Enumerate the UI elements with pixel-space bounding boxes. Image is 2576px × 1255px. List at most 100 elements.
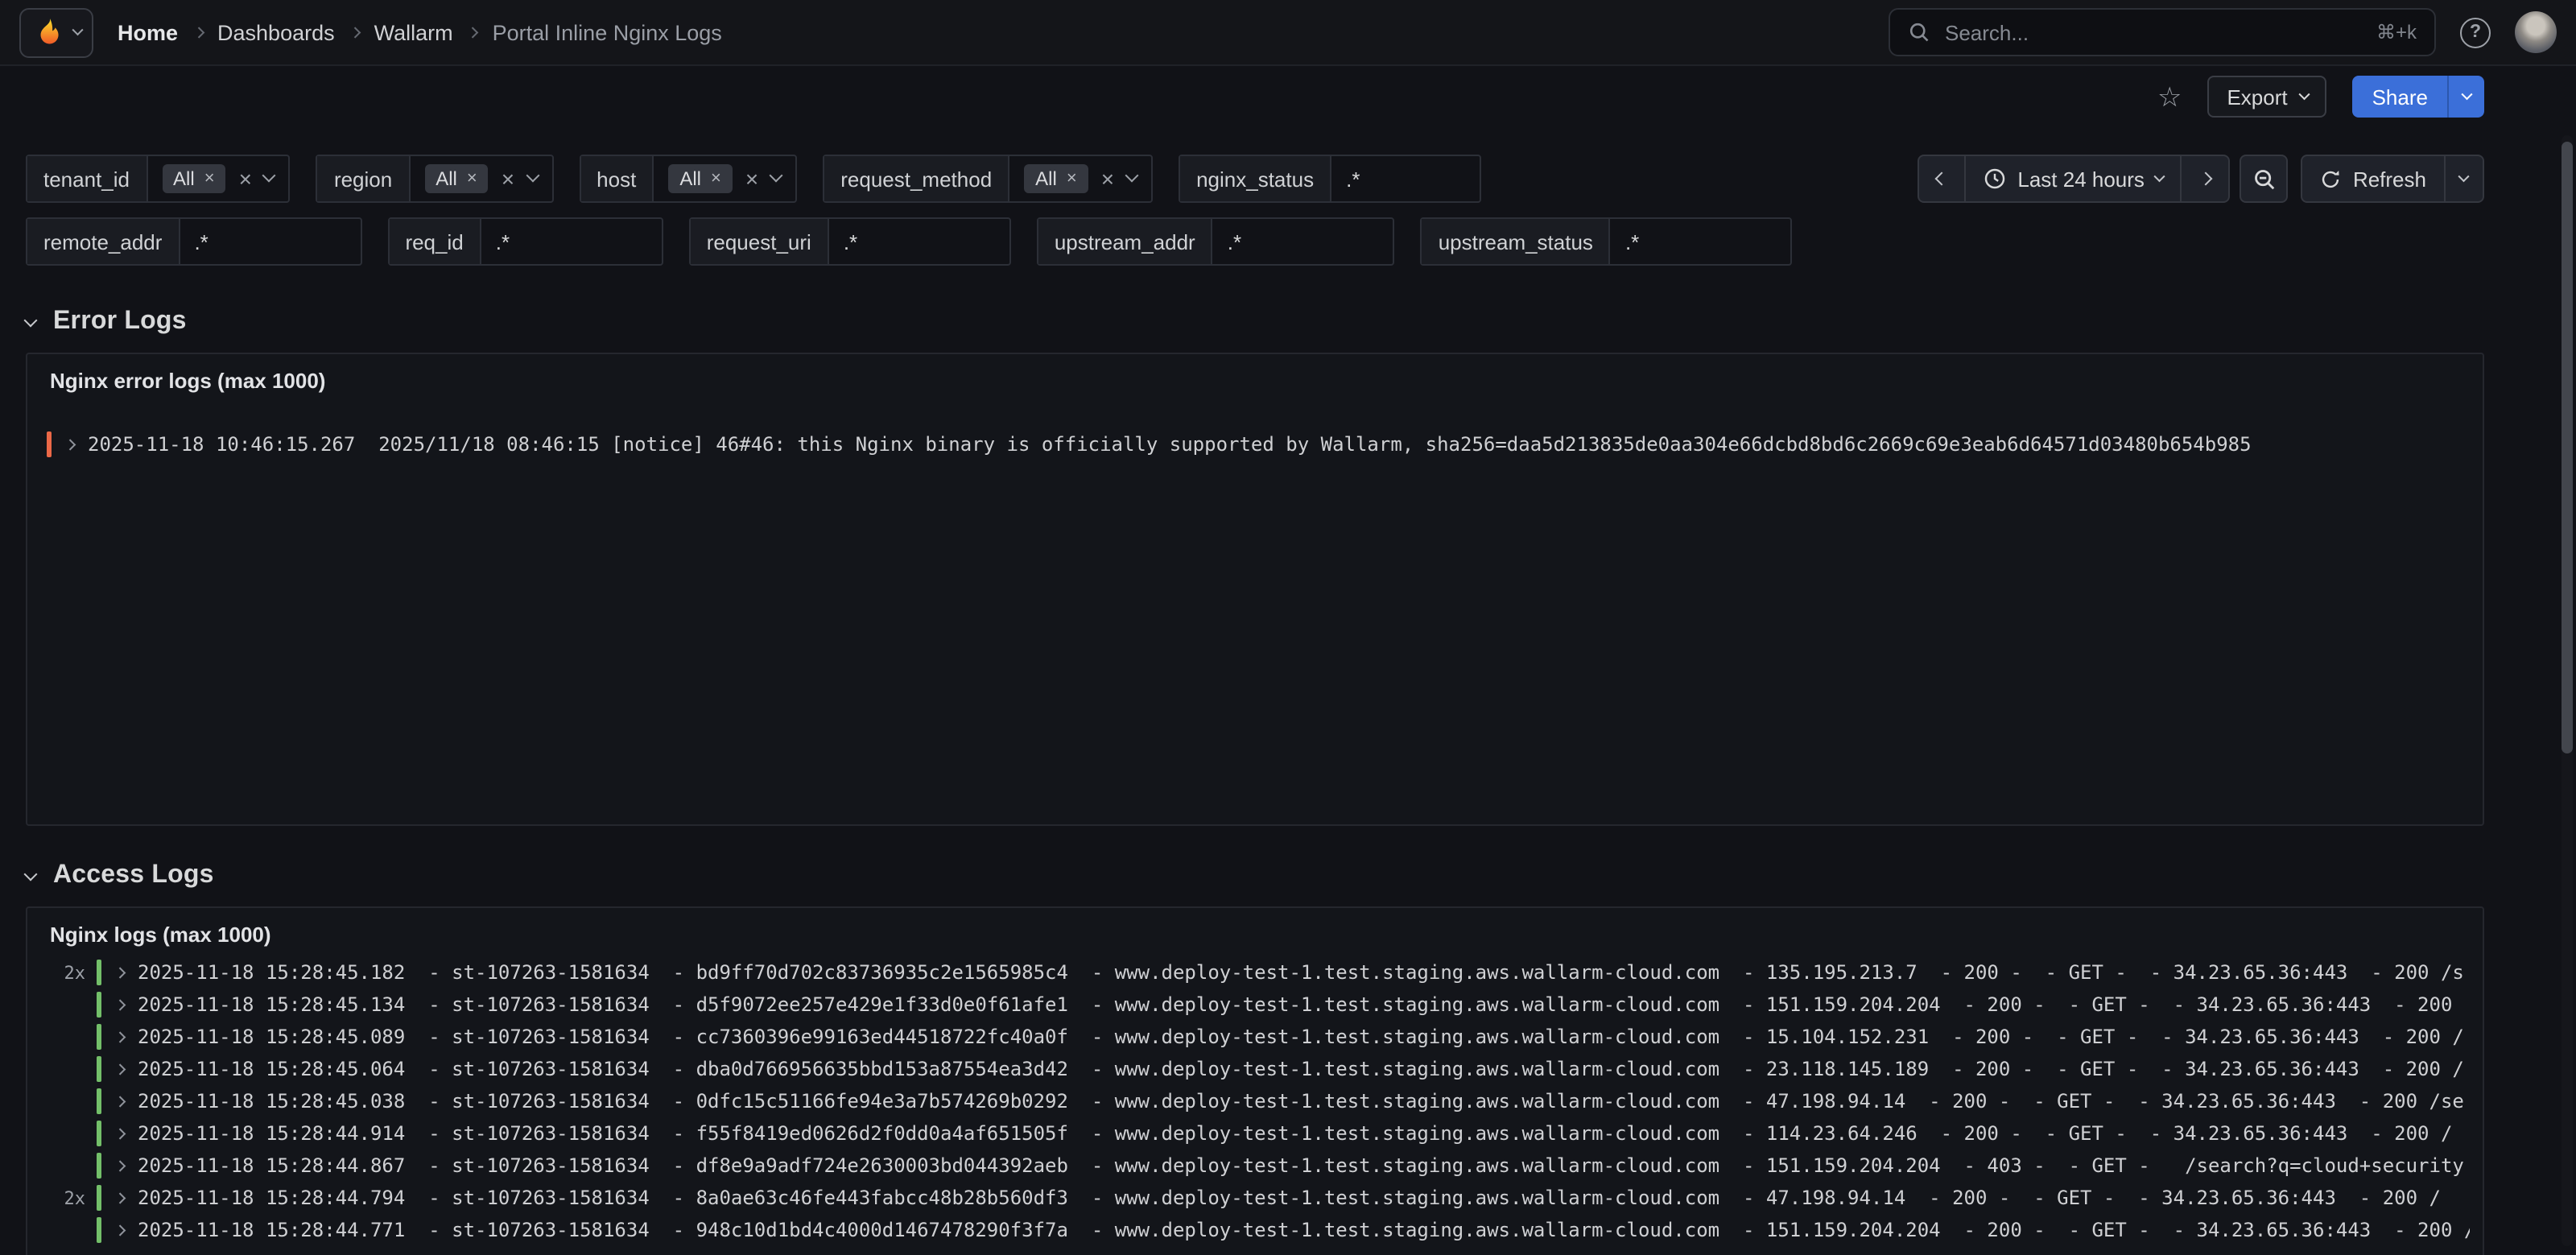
- chevron-down-icon: [24, 868, 38, 881]
- log-text: 2025-11-18 15:28:44.867 - st-107263-1581…: [138, 1154, 2464, 1177]
- log-row[interactable]: 2025-11-18 15:28:44.867 - st-107263-1581…: [27, 1150, 2483, 1182]
- expand-log-icon: [114, 968, 125, 978]
- time-range-back-button[interactable]: [1918, 155, 1966, 203]
- expand-log-icon: [114, 1129, 125, 1139]
- filters-row-1: tenant_id All region All: [26, 155, 2484, 203]
- filter-tenant-id: tenant_id All: [26, 155, 291, 203]
- filter-req-id: req_id: [387, 217, 663, 266]
- user-avatar[interactable]: [2515, 11, 2557, 53]
- filter-label: tenant_id: [27, 156, 147, 201]
- log-text: 2025-11-18 15:28:45.089 - st-107263-1581…: [138, 1026, 2464, 1048]
- log-row[interactable]: 2025-11-18 15:28:44.914 - st-107263-1581…: [27, 1117, 2483, 1150]
- filter-label: request_method: [824, 156, 1009, 201]
- scrollbar-thumb[interactable]: [2562, 142, 2573, 753]
- chevron-down-icon: [2459, 171, 2470, 181]
- log-row[interactable]: 2x 2025-11-18 15:28:44.794 - st-107263-1…: [27, 1182, 2483, 1214]
- breadcrumb-item-home[interactable]: Home: [118, 20, 178, 44]
- clear-filter-icon[interactable]: [1101, 167, 1114, 190]
- error-logs-panel: Nginx error logs (max 1000) 2025-11-18 1…: [26, 353, 2484, 826]
- filter-remote-addr-input[interactable]: [180, 219, 360, 264]
- filter-value-dropdown[interactable]: All: [147, 156, 289, 201]
- filter-remote-addr: remote_addr: [26, 217, 361, 266]
- chevron-down-icon[interactable]: [265, 174, 275, 184]
- log-row[interactable]: 2025-11-18 15:28:45.134 - st-107263-1581…: [27, 989, 2483, 1021]
- chevron-down-icon[interactable]: [527, 174, 537, 184]
- chip-label: All: [679, 167, 701, 190]
- log-level-bar: [97, 960, 101, 985]
- star-icon[interactable]: [2157, 83, 2182, 110]
- filter-req-id-input[interactable]: [481, 219, 662, 264]
- expand-log-icon: [114, 1193, 125, 1203]
- filter-label: upstream_addr: [1038, 219, 1213, 264]
- search-input[interactable]: Search... ⌘+k: [1889, 8, 2436, 56]
- chevron-down-icon: [2462, 89, 2472, 99]
- log-row[interactable]: 2025-11-18 15:28:45.089 - st-107263-1581…: [27, 1021, 2483, 1053]
- log-row[interactable]: 2x 2025-11-18 15:28:45.182 - st-107263-1…: [27, 956, 2483, 989]
- zoom-out-button[interactable]: [2240, 155, 2289, 203]
- chevron-down-icon[interactable]: [771, 174, 781, 184]
- export-button[interactable]: Export: [2207, 76, 2326, 118]
- refresh-split-button: Refresh: [2301, 155, 2484, 203]
- remove-value-icon[interactable]: [467, 170, 477, 188]
- filter-request-method: request_method All: [823, 155, 1153, 203]
- selected-value-chip[interactable]: All: [162, 164, 226, 193]
- dashboard-variables: tenant_id All region All: [0, 155, 2576, 266]
- filter-value-dropdown[interactable]: All: [1009, 156, 1151, 201]
- selected-value-chip[interactable]: All: [1024, 164, 1088, 193]
- log-row[interactable]: 2025-11-18 15:28:45.038 - st-107263-1581…: [27, 1085, 2483, 1117]
- filter-host: host All: [579, 155, 797, 203]
- section-title: Access Logs: [53, 861, 214, 890]
- clear-filter-icon[interactable]: [745, 167, 758, 190]
- selected-value-chip[interactable]: All: [424, 164, 489, 193]
- log-text: 2025-11-18 15:28:45.038 - st-107263-1581…: [138, 1090, 2464, 1113]
- log-level-bar: [97, 1056, 101, 1082]
- clear-filter-icon[interactable]: [239, 167, 252, 190]
- filter-nginx-status-input[interactable]: [1331, 156, 1480, 201]
- chip-label: All: [436, 167, 457, 190]
- remove-value-icon[interactable]: [204, 170, 215, 188]
- share-split-button: Share: [2353, 76, 2484, 118]
- grafana-logo-button[interactable]: [19, 7, 93, 57]
- chip-label: All: [173, 167, 195, 190]
- time-range-picker-button[interactable]: Last 24 hours: [1966, 155, 2182, 203]
- clear-filter-icon[interactable]: [502, 167, 514, 190]
- log-row[interactable]: 2025-11-18 15:28:44.771 - st-107263-1581…: [27, 1214, 2483, 1246]
- section-title: Error Logs: [53, 308, 187, 336]
- log-text: 2025-11-18 15:28:44.914 - st-107263-1581…: [138, 1122, 2452, 1145]
- help-icon[interactable]: [2460, 17, 2491, 47]
- expand-log-icon: [114, 1225, 125, 1236]
- filter-value-dropdown[interactable]: All: [410, 156, 551, 201]
- expand-log-icon: [114, 1032, 125, 1042]
- breadcrumb-item-wallarm[interactable]: Wallarm: [374, 20, 453, 44]
- log-level-bar: [97, 992, 101, 1018]
- log-row[interactable]: 2025-11-18 10:46:15.267 2025/11/18 08:46…: [27, 428, 2483, 460]
- filter-upstream-status-input[interactable]: [1611, 219, 1791, 264]
- log-text: 2025-11-18 15:28:45.182 - st-107263-1581…: [138, 961, 2464, 984]
- section-access-logs-header[interactable]: Access Logs: [26, 858, 2576, 894]
- share-options-caret-button[interactable]: [2447, 76, 2484, 118]
- panel-title[interactable]: Nginx error logs (max 1000): [27, 354, 2483, 393]
- breadcrumb-item-current: Portal Inline Nginx Logs: [493, 20, 722, 44]
- refresh-interval-caret-button[interactable]: [2446, 155, 2484, 203]
- filter-value-dropdown[interactable]: All: [654, 156, 795, 201]
- selected-value-chip[interactable]: All: [668, 164, 733, 193]
- chevron-right-icon: [192, 27, 203, 38]
- zoom-out-icon: [2252, 167, 2277, 191]
- section-error-logs-header[interactable]: Error Logs: [26, 304, 2576, 340]
- log-level-bar: [97, 1217, 101, 1243]
- remove-value-icon[interactable]: [711, 170, 721, 188]
- expand-log-icon: [114, 1161, 125, 1171]
- breadcrumb-item-dashboards[interactable]: Dashboards: [217, 20, 335, 44]
- remove-value-icon[interactable]: [1067, 170, 1077, 188]
- share-button[interactable]: Share: [2353, 76, 2447, 118]
- panel-title[interactable]: Nginx logs (max 1000): [27, 908, 2483, 947]
- log-level-bar: [97, 1121, 101, 1146]
- log-level-bar: [47, 431, 52, 457]
- chevron-down-icon[interactable]: [1127, 174, 1137, 184]
- filter-upstream-addr-input[interactable]: [1213, 219, 1393, 264]
- refresh-button[interactable]: Refresh: [2301, 155, 2446, 203]
- chevron-down-icon: [2299, 89, 2310, 99]
- time-range-forward-button[interactable]: [2182, 155, 2231, 203]
- log-row[interactable]: 2025-11-18 15:28:45.064 - st-107263-1581…: [27, 1053, 2483, 1085]
- filter-request-uri-input[interactable]: [829, 219, 1009, 264]
